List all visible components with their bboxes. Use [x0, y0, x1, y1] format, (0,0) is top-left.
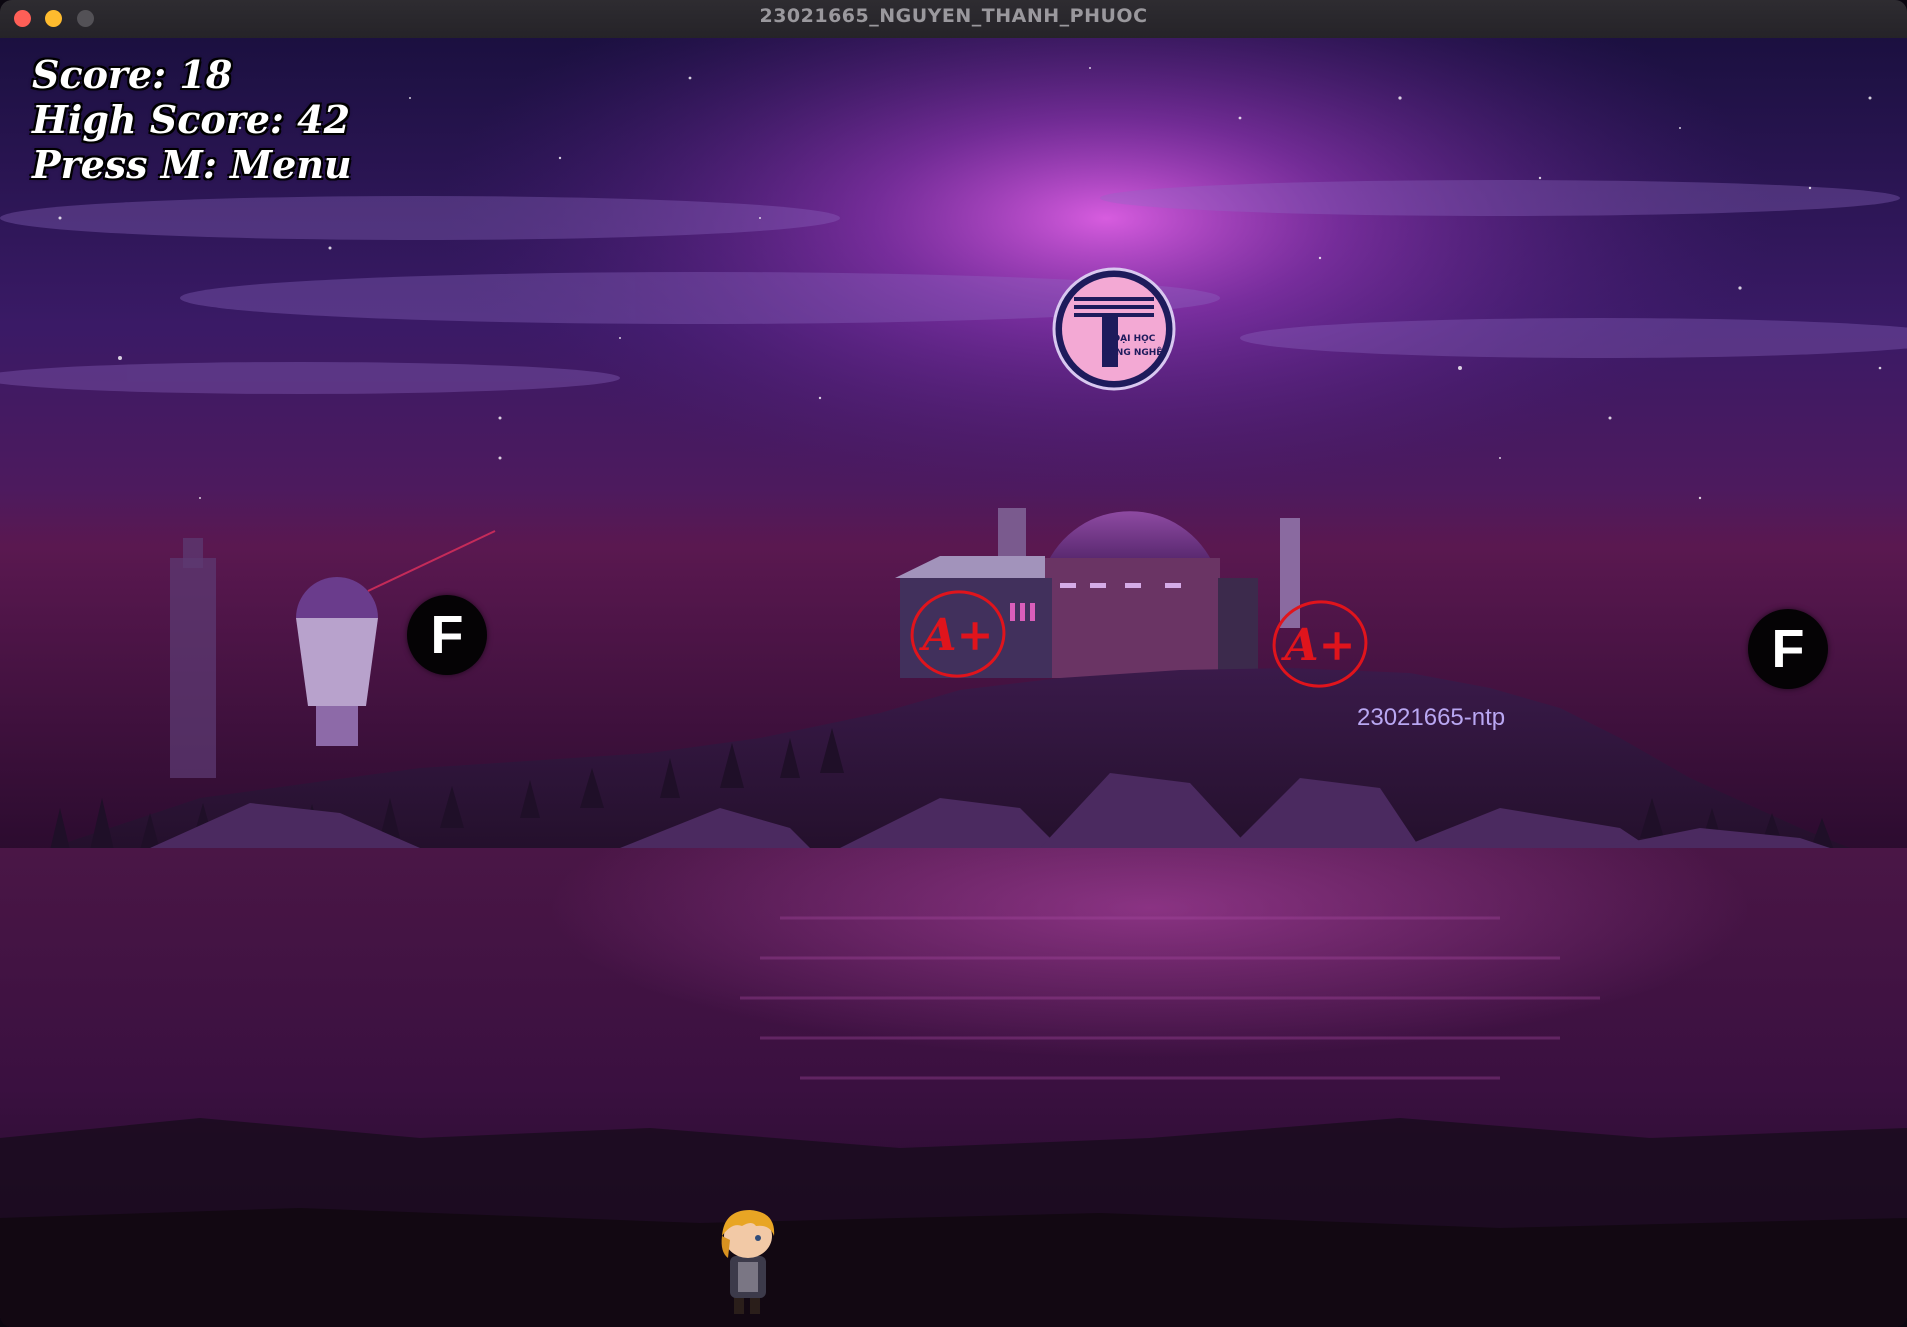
high-score-text: High Score: 42	[32, 97, 351, 142]
title-bar: 23021665_NGUYEN_THANH_PHUOC	[0, 0, 1907, 39]
a-plus-grade-pickup: A+	[1272, 600, 1368, 688]
game-canvas[interactable]: ĐẠI HỌC CÔNG NGHỆ Score: 18 High Score: …	[0, 38, 1907, 1327]
game-window: 23021665_NGUYEN_THANH_PHUOC ĐẠI HỌC CÔNG…	[0, 0, 1907, 1327]
f-grade-obstacle: F	[1748, 609, 1828, 689]
a-plus-grade-pickup: A+	[910, 590, 1006, 678]
a-plus-label: A+	[1280, 620, 1355, 671]
player-character	[721, 1210, 775, 1314]
background-scene	[0, 38, 1907, 1327]
score-text: Score: 18	[32, 52, 233, 97]
university-logo: ĐẠI HỌC CÔNG NGHỆ	[1052, 267, 1176, 391]
window-title: 23021665_NGUYEN_THANH_PHUOC	[759, 5, 1148, 27]
hud: Score: 18 High Score: 42 Press M: Menu	[32, 52, 352, 187]
logo-text-line2: CÔNG NGHỆ	[1102, 346, 1163, 358]
student-id-watermark: 23021665-ntp	[1357, 704, 1506, 731]
a-plus-label: A+	[918, 610, 993, 661]
logo-text-line1: ĐẠI HỌC	[1113, 334, 1156, 344]
menu-hint-text: Press M: Menu	[32, 142, 352, 187]
f-grade-obstacle: F	[407, 595, 487, 675]
